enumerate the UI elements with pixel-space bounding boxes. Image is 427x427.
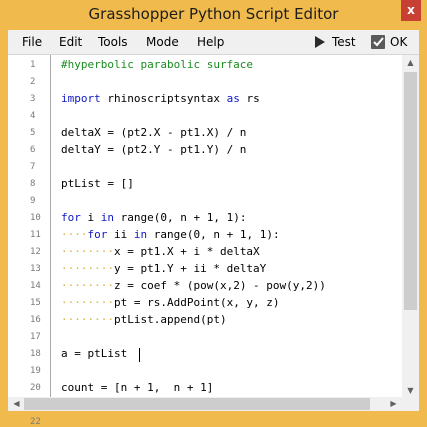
ok-button-label: OK [390,35,408,49]
menu-tools[interactable]: Tools [98,30,128,54]
line-number: 2 [30,77,36,87]
line-number: 9 [30,196,36,206]
script-editor-window: Grasshopper Python Script Editor x File … [0,0,427,427]
code-line: deltaX = (pt2.X - pt1.X) / n [61,126,247,139]
code-line: ········pt = rs.AddPoint(x, y, z) [61,296,280,309]
line-number: 6 [30,145,36,155]
check-icon [371,35,385,49]
vertical-scroll-thumb[interactable] [404,72,417,310]
horizontal-scroll-thumb[interactable] [24,398,370,410]
line-number: 14 [30,281,41,291]
code-editor[interactable]: 12345678910111213141516171819202122 #hyp… [8,54,419,427]
menu-help[interactable]: Help [197,30,224,54]
code-line: ptList = [] [61,177,134,190]
code-line: ········x = pt1.X + i * deltaX [61,245,260,258]
fold-gutter [8,55,26,398]
text-caret [139,348,140,362]
code-line: #hyperbolic parabolic surface [61,58,254,71]
line-number: 3 [30,94,36,104]
code-line: ····for ii in range(0, n + 1, 1): [61,228,280,241]
code-line: count = [n + 1, n + 1] [61,381,214,394]
line-number: 12 [30,247,41,257]
test-button[interactable]: Test [312,32,362,52]
line-number: 7 [30,162,36,172]
scroll-right-icon[interactable]: ▶ [385,399,402,408]
code-line: ········y = pt1.Y + ii * deltaY [61,262,267,275]
scroll-down-icon[interactable]: ▼ [402,386,419,395]
line-number: 8 [30,179,36,189]
line-number: 15 [30,298,41,308]
code-line: a = ptList [61,347,128,360]
code-line: ········ptList.append(pt) [61,313,227,326]
line-number: 13 [30,264,41,274]
line-number: 5 [30,128,36,138]
menu-edit[interactable]: Edit [59,30,82,54]
scrollbar-corner [402,397,419,411]
scroll-up-icon[interactable]: ▲ [402,58,419,67]
ok-button[interactable]: OK [370,32,414,52]
line-number: 20 [30,383,41,393]
menu-bar: File Edit Tools Mode Help Test OK [8,30,419,54]
menu-file[interactable]: File [22,30,42,54]
line-number: 18 [30,349,41,359]
line-number: 16 [30,315,41,325]
vertical-scrollbar[interactable]: ▲ ▼ [402,55,419,398]
line-number-column [26,55,51,398]
close-icon: x [407,3,415,17]
scroll-left-icon[interactable]: ◀ [8,399,25,408]
horizontal-scrollbar[interactable]: ◀ ▶ [8,397,402,411]
code-line: for i in range(0, n + 1, 1): [61,211,247,224]
menu-mode[interactable]: Mode [146,30,179,54]
close-button[interactable]: x [401,0,421,21]
test-button-label: Test [332,35,356,49]
line-number: 4 [30,111,36,121]
line-number: 19 [30,366,41,376]
window-title: Grasshopper Python Script Editor [88,5,339,23]
line-number: 10 [30,213,41,223]
line-number: 17 [30,332,41,342]
line-number: 22 [30,417,41,427]
code-line: deltaY = (pt2.Y - pt1.Y) / n [61,143,247,156]
code-line: ········z = coef * (pow(x,2) - pow(y,2)) [61,279,326,292]
code-line: import rhinoscriptsyntax as rs [61,92,260,105]
line-number: 11 [30,230,41,240]
line-number: 1 [30,60,36,70]
play-icon [315,36,325,48]
